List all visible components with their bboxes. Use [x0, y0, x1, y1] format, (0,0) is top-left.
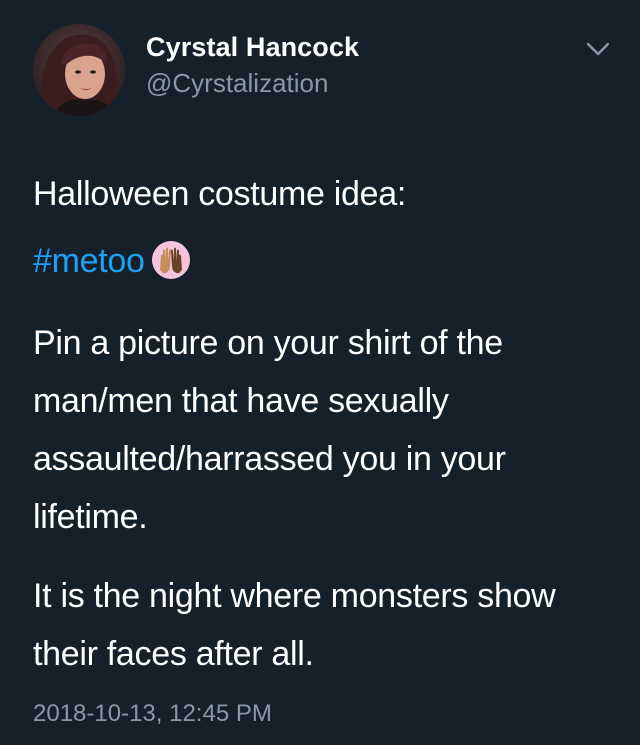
tweet-text-intro: Halloween costume idea:: [33, 175, 406, 213]
author-display-name[interactable]: Cyrstal Hancock: [146, 32, 359, 63]
tweet-card: Cyrstal Hancock @Cyrstalization Hallowee…: [0, 0, 640, 745]
tweet-text-body: Pin a picture on your shirt of the man/m…: [33, 324, 506, 536]
author-handle[interactable]: @Cyrstalization: [146, 68, 328, 99]
tweet-text-closing: It is the night where monsters show thei…: [33, 577, 556, 673]
avatar[interactable]: [33, 24, 125, 116]
raised-hands-emoji-icon: [151, 240, 191, 280]
hashtag-link[interactable]: #metoo: [33, 242, 145, 280]
chevron-down-icon[interactable]: [584, 38, 612, 60]
tweet-timestamp[interactable]: 2018-10-13, 12:45 PM: [33, 700, 272, 728]
tweet-hashtag-line: #metoo: [33, 232, 613, 290]
avatar-image: [33, 24, 125, 116]
